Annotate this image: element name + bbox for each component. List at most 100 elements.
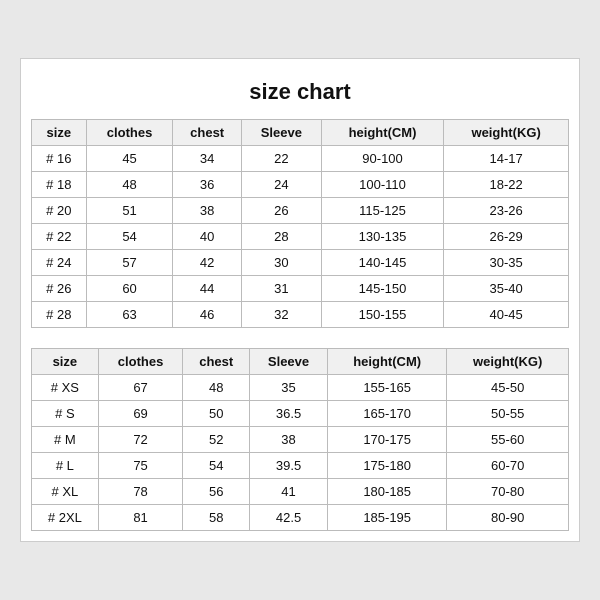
table-cell: 54 [86,224,173,250]
table2-body: # XS674835155-16545-50# S695036.5165-170… [32,375,569,531]
table-row: # 22544028130-13526-29 [32,224,569,250]
table-cell: 40 [173,224,241,250]
table-cell: 44 [173,276,241,302]
table-cell: 75 [98,453,183,479]
table-cell: 60 [86,276,173,302]
table-cell: 57 [86,250,173,276]
table-cell: 39.5 [250,453,328,479]
table-cell: 130-135 [321,224,443,250]
table-cell: # 22 [32,224,87,250]
table-row: # 2XL815842.5185-19580-90 [32,505,569,531]
table1-header-row: sizeclotheschestSleeveheight(CM)weight(K… [32,120,569,146]
table-cell: 36.5 [250,401,328,427]
table-cell: 41 [250,479,328,505]
table-cell: 28 [241,224,321,250]
table2-col-header: chest [183,349,250,375]
table-cell: 90-100 [321,146,443,172]
table-cell: 165-170 [328,401,447,427]
size-table-1: sizeclotheschestSleeveheight(CM)weight(K… [31,119,569,328]
size-table-2: sizeclotheschestSleeveheight(CM)weight(K… [31,348,569,531]
table-cell: 180-185 [328,479,447,505]
table-cell: 46 [173,302,241,328]
table-cell: 24 [241,172,321,198]
table-cell: 50-55 [447,401,569,427]
table-cell: 67 [98,375,183,401]
table-cell: # M [32,427,99,453]
table-cell: 42 [173,250,241,276]
table-cell: 170-175 [328,427,447,453]
table-cell: 78 [98,479,183,505]
size-chart-card: size chart sizeclotheschestSleeveheight(… [20,58,580,542]
table-cell: # 28 [32,302,87,328]
table-cell: 48 [86,172,173,198]
table-cell: 45 [86,146,173,172]
table-row: # 24574230140-14530-35 [32,250,569,276]
table-cell: 40-45 [444,302,569,328]
table-cell: 23-26 [444,198,569,224]
table-cell: 31 [241,276,321,302]
table-cell: 30 [241,250,321,276]
table-row: # 20513826115-12523-26 [32,198,569,224]
table-cell: 70-80 [447,479,569,505]
table1-col-header: height(CM) [321,120,443,146]
table2-col-header: Sleeve [250,349,328,375]
table-row: # M725238170-17555-60 [32,427,569,453]
table-cell: 155-165 [328,375,447,401]
table-cell: 80-90 [447,505,569,531]
table-cell: 45-50 [447,375,569,401]
table-cell: 34 [173,146,241,172]
table-cell: # L [32,453,99,479]
table-cell: 22 [241,146,321,172]
table2-header: sizeclotheschestSleeveheight(CM)weight(K… [32,349,569,375]
table-row: # L755439.5175-18060-70 [32,453,569,479]
table-cell: 26 [241,198,321,224]
table2-col-header: clothes [98,349,183,375]
table-cell: 55-60 [447,427,569,453]
table-cell: 38 [250,427,328,453]
table-cell: # 26 [32,276,87,302]
table-row: # XS674835155-16545-50 [32,375,569,401]
table-row: # XL785641180-18570-80 [32,479,569,505]
table-cell: 115-125 [321,198,443,224]
table1-col-header: chest [173,120,241,146]
table1-col-header: clothes [86,120,173,146]
table-cell: 35 [250,375,328,401]
table-cell: 50 [183,401,250,427]
chart-title: size chart [31,69,569,119]
table-cell: 32 [241,302,321,328]
table-row: # 18483624100-11018-22 [32,172,569,198]
table2-col-header: weight(KG) [447,349,569,375]
table-cell: 63 [86,302,173,328]
table-cell: 72 [98,427,183,453]
table-cell: 26-29 [444,224,569,250]
table2-header-row: sizeclotheschestSleeveheight(CM)weight(K… [32,349,569,375]
table-row: # 1645342290-10014-17 [32,146,569,172]
table-cell: 69 [98,401,183,427]
table-cell: 100-110 [321,172,443,198]
table-cell: 35-40 [444,276,569,302]
table-cell: 175-180 [328,453,447,479]
table-cell: 30-35 [444,250,569,276]
table-cell: 14-17 [444,146,569,172]
table-cell: # 18 [32,172,87,198]
table-cell: 18-22 [444,172,569,198]
table-cell: 36 [173,172,241,198]
table-cell: # XL [32,479,99,505]
table1-col-header: size [32,120,87,146]
table-cell: 140-145 [321,250,443,276]
table-row: # 28634632150-15540-45 [32,302,569,328]
table-cell: 54 [183,453,250,479]
table-cell: # S [32,401,99,427]
table-cell: # XS [32,375,99,401]
table2-col-header: height(CM) [328,349,447,375]
table1-col-header: Sleeve [241,120,321,146]
table-cell: # 20 [32,198,87,224]
table-cell: 38 [173,198,241,224]
table-cell: # 2XL [32,505,99,531]
table-row: # S695036.5165-17050-55 [32,401,569,427]
table-cell: 58 [183,505,250,531]
table-cell: 56 [183,479,250,505]
table-cell: 81 [98,505,183,531]
table-cell: 48 [183,375,250,401]
table1-col-header: weight(KG) [444,120,569,146]
